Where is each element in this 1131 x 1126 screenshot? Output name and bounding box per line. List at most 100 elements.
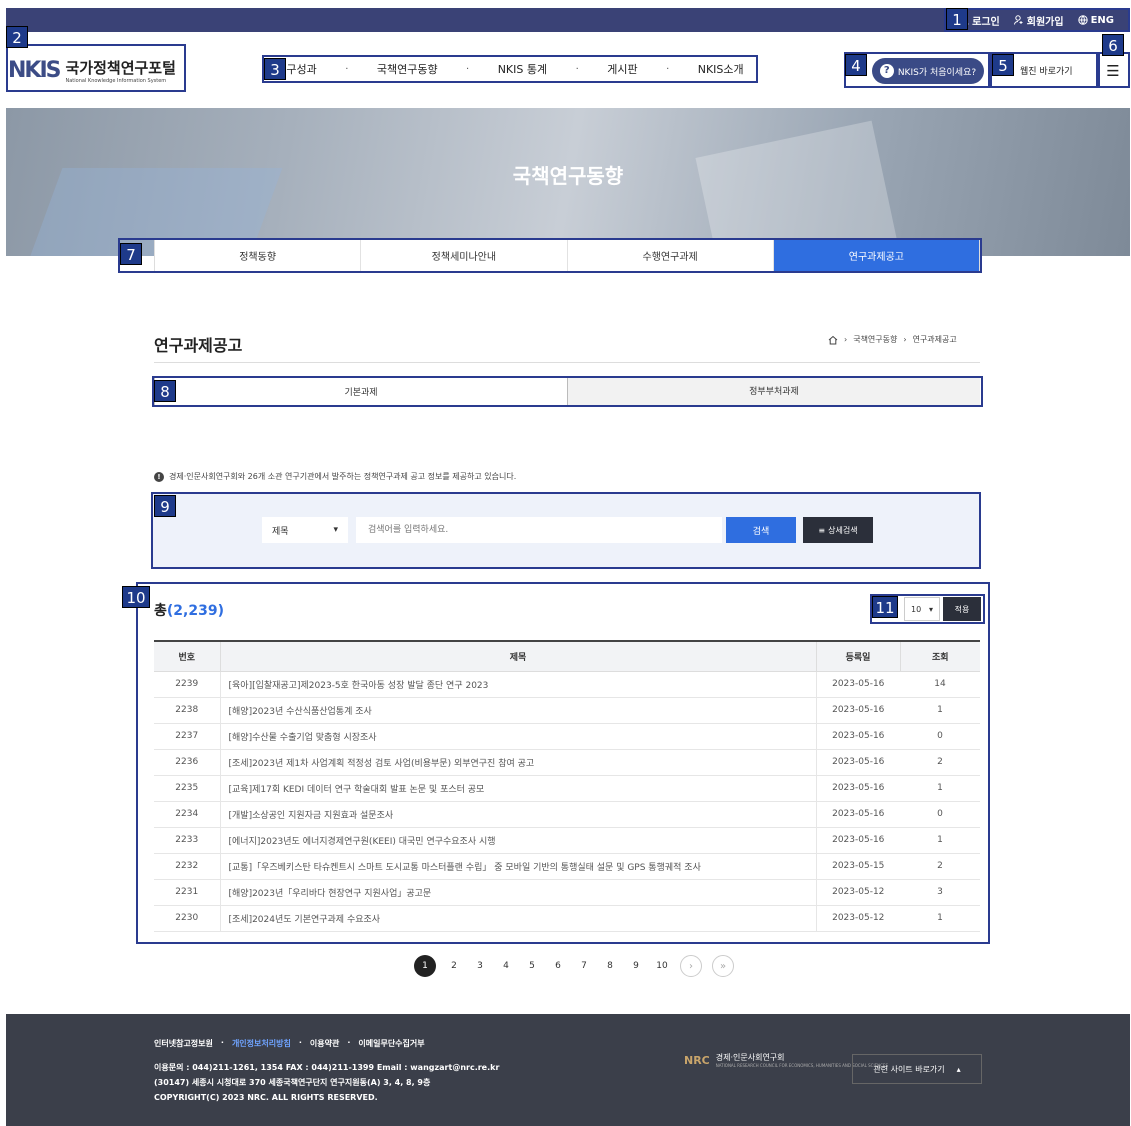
col-number: 번호 bbox=[154, 640, 220, 672]
row-views: 1 bbox=[900, 827, 980, 854]
row-title[interactable]: [개발]소상공인 지원자금 지원효과 설문조사 bbox=[219, 801, 817, 828]
nav-item-trends[interactable]: 국책연구동향 bbox=[377, 61, 438, 77]
row-title[interactable]: [해양]2023년「우리바다 현장연구 지원사업」공고문 bbox=[219, 879, 817, 906]
notice-text: ! 경제·인문사회연구회와 26개 소관 연구기관에서 발주하는 정책연구과제 … bbox=[154, 471, 516, 482]
row-views: 1 bbox=[900, 697, 980, 724]
webzine-link[interactable]: 웹진 바로가기 bbox=[1020, 64, 1073, 77]
footer-contact: 이용문의 : 044)211-1261, 1354 FAX : 044)211-… bbox=[154, 1063, 500, 1072]
last-page-icon[interactable]: » bbox=[712, 955, 734, 977]
row-number: 2230 bbox=[154, 905, 220, 932]
row-number: 2238 bbox=[154, 697, 220, 724]
table-row[interactable]: 2230 [조세]2024년도 기본연구과제 수요조사 2023-05-12 1 bbox=[154, 905, 980, 932]
tab-policy-trends[interactable]: 정책동향 bbox=[155, 239, 362, 271]
col-date: 등록일 bbox=[816, 640, 901, 672]
row-views: 1 bbox=[900, 905, 980, 932]
row-title[interactable]: [조세]2024년도 기본연구과제 수요조사 bbox=[219, 905, 817, 932]
table-row[interactable]: 2233 [에너지]2023년도 에너지경제연구원(KEEI) 대국민 연구수요조… bbox=[154, 827, 980, 854]
annotation-label: 4 bbox=[845, 54, 867, 76]
notice-message: 경제·인문사회연구회와 26개 소관 연구기관에서 발주하는 정책연구과제 공고… bbox=[169, 472, 517, 481]
page-number[interactable]: 7 bbox=[576, 955, 592, 977]
page-size-select[interactable]: 10 ▾ bbox=[904, 597, 940, 621]
page-number[interactable]: 5 bbox=[524, 955, 540, 977]
row-title[interactable]: [교통]「우즈베키스탄 타슈켄트시 스마트 도시교통 마스터플랜 수립」 중 모… bbox=[219, 853, 817, 880]
nav-item-board[interactable]: 게시판 bbox=[607, 61, 637, 77]
footer-separator: · bbox=[298, 1038, 302, 1047]
annotation-label: 6 bbox=[1102, 34, 1124, 56]
nav-separator: · bbox=[575, 63, 579, 75]
results-table: 번호 제목 등록일 조회 2239 [육아][입찰재공고]제2023-5호 한국아… bbox=[154, 640, 980, 932]
col-title: 제목 bbox=[219, 640, 817, 672]
table-row[interactable]: 2236 [조세]2023년 제1차 사업계획 적정성 검토 사업(비용부문) 외… bbox=[154, 749, 980, 776]
search-input[interactable] bbox=[356, 517, 722, 543]
related-sites-label: 관련 사이트 바로가기 bbox=[873, 1064, 945, 1074]
home-icon[interactable] bbox=[828, 335, 838, 345]
tab-basic-project[interactable]: 기본과제 bbox=[154, 376, 568, 406]
nav-item-stats[interactable]: NKIS 통계 bbox=[498, 61, 547, 77]
hero-banner: 국책연구동향 bbox=[6, 108, 1130, 256]
table-row[interactable]: 2238 [해양]2023년 수산식품산업통계 조사 2023-05-16 1 bbox=[154, 697, 980, 724]
row-title[interactable]: [육아][입찰재공고]제2023-5호 한국아동 성장 발달 종단 연구 202… bbox=[219, 671, 817, 698]
page-number[interactable]: 2 bbox=[446, 955, 462, 977]
footer-link[interactable]: 이용약관 bbox=[310, 1038, 339, 1049]
advanced-search-button[interactable]: ≡ 상세검색 bbox=[803, 517, 873, 543]
annotation-label: 2 bbox=[6, 26, 28, 48]
signup-link[interactable]: 회원가입 bbox=[1013, 13, 1064, 28]
table-row[interactable]: 2231 [해양]2023년「우리바다 현장연구 지원사업」공고문 2023-05-… bbox=[154, 879, 980, 906]
advanced-search-label: 상세검색 bbox=[828, 525, 858, 535]
next-page-icon[interactable]: › bbox=[680, 955, 702, 977]
tab-research-notice[interactable]: 연구과제공고 bbox=[773, 239, 979, 271]
site-logo[interactable]: NKIS 국가정책연구포털 National Knowledge Informa… bbox=[8, 48, 186, 92]
page-number[interactable]: 6 bbox=[550, 955, 566, 977]
table-row[interactable]: 2239 [육아][입찰재공고]제2023-5호 한국아동 성장 발달 종단 연구… bbox=[154, 671, 980, 698]
table-row[interactable]: 2232 [교통]「우즈베키스탄 타슈켄트시 스마트 도시교통 마스터플랜 수립」… bbox=[154, 853, 980, 880]
page-number[interactable]: 8 bbox=[602, 955, 618, 977]
table-row[interactable]: 2234 [개발]소상공인 지원자금 지원효과 설문조사 2023-05-16 0 bbox=[154, 801, 980, 828]
user-plus-icon bbox=[1013, 15, 1023, 25]
nav-item-about[interactable]: NKIS소개 bbox=[698, 61, 744, 77]
hamburger-menu-icon[interactable]: ☰ bbox=[1100, 56, 1126, 86]
row-views: 3 bbox=[900, 879, 980, 906]
search-button[interactable]: 검색 bbox=[726, 517, 796, 543]
nkis-intro-button[interactable]: ? NKIS가 처음이세요? bbox=[872, 58, 984, 84]
page-number[interactable]: 9 bbox=[628, 955, 644, 977]
table-row[interactable]: 2237 [해양]수산물 수출기업 맞춤형 시장조사 2023-05-16 0 bbox=[154, 723, 980, 750]
page-number[interactable]: 1 bbox=[414, 955, 436, 977]
page-number[interactable]: 3 bbox=[472, 955, 488, 977]
total-number: (2,239) bbox=[166, 603, 224, 619]
footer-separator: · bbox=[220, 1038, 224, 1047]
tab-ministry-project[interactable]: 정부부처과제 bbox=[568, 376, 980, 406]
footer-link[interactable]: 이메일무단수집거부 bbox=[358, 1038, 424, 1049]
footer-links: 인터넷참고정보원 · 개인정보처리방침 · 이용약관 · 이메일무단수집거부 bbox=[154, 1038, 425, 1049]
apply-button[interactable]: 적용 bbox=[943, 597, 981, 621]
tab-ongoing-research[interactable]: 수행연구과제 bbox=[568, 239, 774, 271]
total-label: 총 bbox=[154, 603, 167, 619]
eng-link[interactable]: ENG bbox=[1077, 15, 1114, 26]
row-title[interactable]: [해양]수산물 수출기업 맞춤형 시장조사 bbox=[219, 723, 817, 750]
footer-link[interactable]: 인터넷참고정보원 bbox=[154, 1038, 213, 1049]
row-date: 2023-05-16 bbox=[816, 801, 900, 828]
footer: 인터넷참고정보원 · 개인정보처리방침 · 이용약관 · 이메일무단수집거부 이용문의… bbox=[6, 1014, 1130, 1126]
row-number: 2237 bbox=[154, 723, 220, 750]
hero-title: 국책연구동향 bbox=[512, 164, 624, 188]
row-title[interactable]: [해양]2023년 수산식품산업통계 조사 bbox=[219, 697, 817, 724]
row-title[interactable]: [교육]제17회 KEDI 데이터 연구 학술대회 발표 논문 및 포스터 공모 bbox=[219, 775, 817, 802]
breadcrumb-level1[interactable]: 국책연구동향 bbox=[853, 334, 897, 345]
table-row[interactable]: 2235 [교육]제17회 KEDI 데이터 연구 학술대회 발표 논문 및 포스… bbox=[154, 775, 980, 802]
nrc-logo-mark: NRC bbox=[684, 1053, 710, 1067]
page-number[interactable]: 10 bbox=[654, 955, 670, 977]
row-title[interactable]: [조세]2023년 제1차 사업계획 적정성 검토 사업(비용부문) 외부연구진… bbox=[219, 749, 817, 776]
tab-policy-seminar[interactable]: 정책세미나안내 bbox=[361, 239, 568, 271]
page-size-value: 10 bbox=[911, 604, 922, 614]
search-field-select[interactable]: 제목 ▾ bbox=[262, 517, 348, 543]
logo-subtitle: National Knowledge Information System bbox=[65, 77, 167, 84]
annotation-label: 5 bbox=[992, 54, 1014, 76]
page-number[interactable]: 4 bbox=[498, 955, 514, 977]
page: 로그인 회원가입 ENG NKIS 국가정책연구포털 National Know… bbox=[0, 0, 1131, 1126]
pagination: 1 2 3 4 5 6 7 8 9 10 › » bbox=[414, 955, 734, 977]
row-number: 2236 bbox=[154, 749, 220, 776]
row-views: 1 bbox=[900, 775, 980, 802]
related-sites-button[interactable]: 관련 사이트 바로가기 ▴ bbox=[852, 1054, 982, 1084]
row-title[interactable]: [에너지]2023년도 에너지경제연구원(KEEI) 대국민 연구수요조사 시행 bbox=[219, 827, 817, 854]
col-views: 조회 bbox=[900, 640, 980, 672]
footer-link[interactable]: 개인정보처리방침 bbox=[232, 1038, 291, 1049]
